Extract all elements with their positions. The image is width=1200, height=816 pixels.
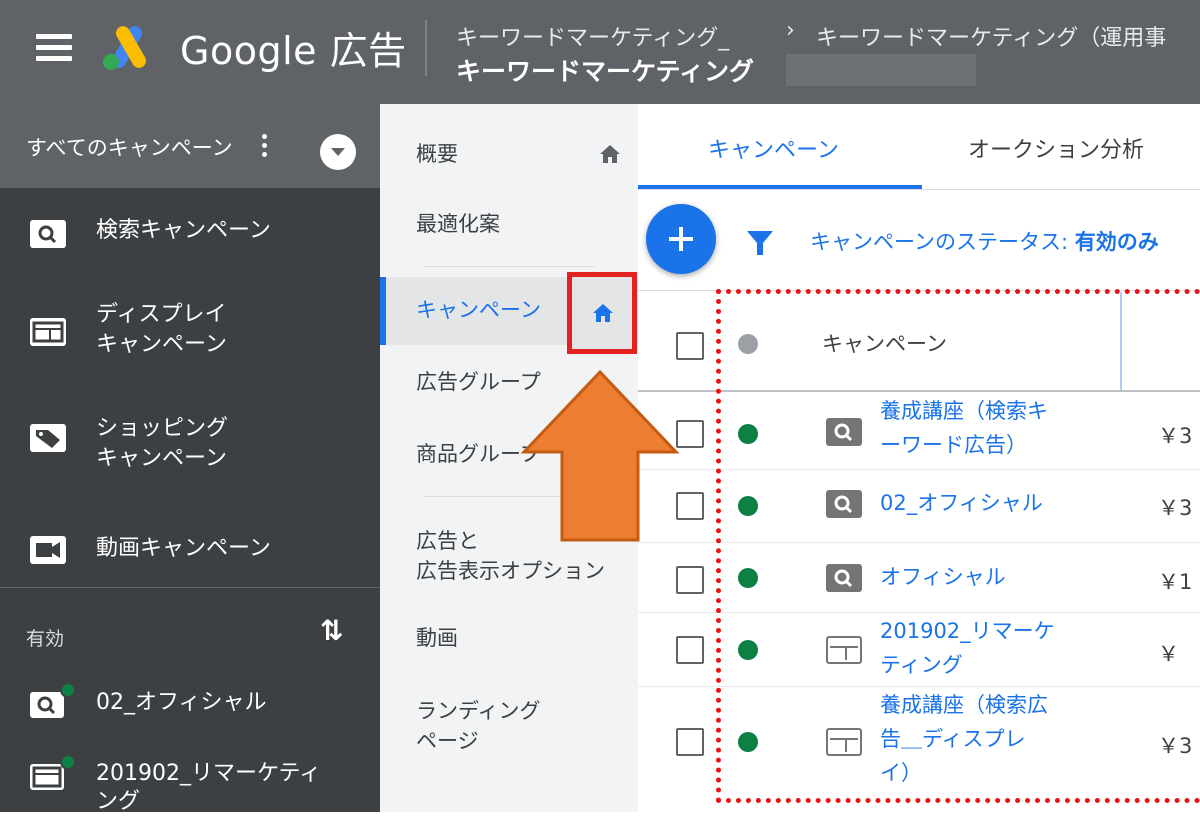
campaign-type-label: ショッピング キャンペーン (96, 416, 229, 471)
row-checkbox[interactable] (676, 420, 704, 448)
page-menu-active-indicator (380, 277, 386, 345)
page-menu-videos[interactable]: 動画 (416, 624, 458, 652)
status-dot-icon (60, 682, 76, 698)
navigator-divider (0, 587, 380, 588)
google-ads-logo (103, 26, 146, 70)
home-icon[interactable] (591, 301, 615, 325)
campaign-type-label: 検索キャンペーン (96, 218, 271, 243)
active-campaign-item[interactable]: 201902_リマーケティ ング (0, 754, 380, 814)
row-checkbox[interactable] (676, 566, 704, 594)
select-all-checkbox[interactable] (676, 332, 704, 360)
header-divider (425, 20, 427, 76)
tag-icon (30, 424, 66, 452)
sort-icon[interactable]: ⇅ (320, 614, 343, 647)
campaign-type-label: ディスプレイ キャンペーン (96, 302, 227, 357)
status-filter-chip[interactable]: キャンペーンのステータス: 有効のみ (810, 226, 1159, 256)
tab-divider (638, 189, 1200, 190)
page-menu-landing-pages[interactable]: ランディング ページ (416, 696, 541, 756)
active-campaign-label: 201902_リマーケティ ング (96, 761, 322, 814)
search-icon (30, 220, 66, 248)
campaign-type-label: 動画キャンペーン (96, 536, 271, 561)
tab-campaigns[interactable]: キャンペーン (708, 132, 839, 164)
page-menu-campaigns[interactable]: キャンペーン (416, 296, 541, 324)
search-icon (30, 692, 64, 718)
top-app-bar: Google 広告 キーワードマーケティング_ › キーワードマーケティング（運… (0, 0, 1200, 104)
page-menu-recommendations[interactable]: 最適化案 (416, 210, 500, 238)
add-campaign-button[interactable] (646, 204, 716, 274)
more-vert-icon[interactable] (262, 134, 268, 162)
page-menu-overview[interactable]: 概要 (416, 140, 458, 168)
row-checkbox[interactable] (676, 636, 704, 664)
breadcrumb-separator-icon: › (786, 18, 795, 43)
home-icon[interactable] (598, 142, 622, 166)
row-checkbox[interactable] (676, 728, 704, 756)
redacted-account-id (786, 54, 976, 86)
campaign-navigator: すべてのキャンペーン 検索キャンペーン ディスプレイ キャンペーン ショッピング… (0, 104, 380, 814)
display-icon (30, 318, 66, 346)
tab-auction-insights[interactable]: オークション分析 (968, 132, 1144, 164)
highlight-box (567, 272, 637, 354)
all-campaigns-label[interactable]: すべてのキャンペーン (26, 132, 233, 162)
campaign-type-search[interactable]: 検索キャンペーン (0, 202, 380, 262)
active-campaign-item[interactable]: 02_オフィシャル (0, 682, 380, 732)
active-campaign-label: 02_オフィシャル (96, 690, 267, 715)
page-menu-divider (424, 266, 594, 267)
dotted-highlight-box (716, 289, 1200, 803)
menu-icon[interactable] (36, 34, 72, 62)
active-section-label: 有効 (26, 628, 65, 650)
video-icon (30, 536, 66, 564)
campaign-type-display[interactable]: ディスプレイ キャンペーン (0, 300, 380, 376)
campaign-navigator-header: すべてのキャンペーン (0, 104, 380, 188)
filter-label: キャンペーンのステータス: (810, 230, 1075, 254)
campaign-type-video[interactable]: 動画キャンペーン (0, 526, 380, 586)
account-name[interactable]: キーワードマーケティング (456, 52, 754, 88)
arrow-up-icon (520, 369, 680, 542)
breadcrumb-current[interactable]: キーワードマーケティング（運用事 (816, 20, 1166, 52)
dropdown-icon[interactable] (320, 134, 356, 170)
breadcrumb-parent[interactable]: キーワードマーケティング_ (456, 20, 729, 52)
filter-value: 有効のみ (1074, 230, 1159, 254)
campaign-type-shopping[interactable]: ショッピング キャンペーン (0, 414, 380, 490)
status-dot-icon (60, 754, 76, 770)
filter-icon[interactable] (744, 226, 776, 260)
product-name: Google 広告 (180, 29, 407, 73)
row-checkbox[interactable] (676, 492, 704, 520)
display-icon (30, 764, 64, 790)
